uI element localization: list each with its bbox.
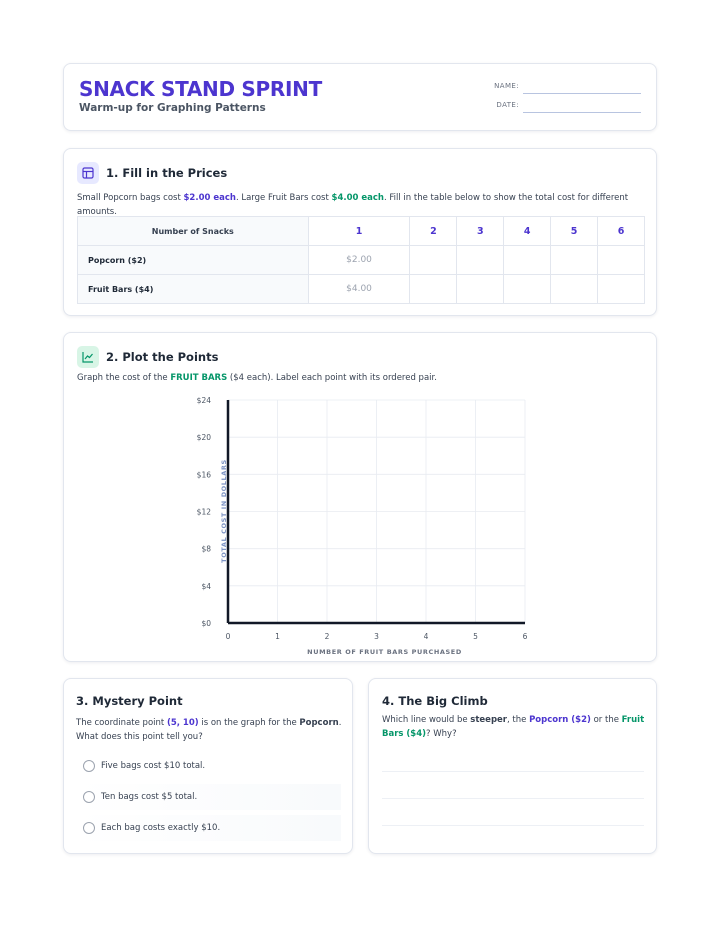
y-tick-label: $16: [197, 470, 212, 479]
column-header: 5: [550, 216, 599, 246]
section-question: Which line would be steeper, the Popcorn…: [382, 715, 645, 739]
date-label: DATE:: [496, 101, 519, 109]
column-header: 1: [307, 216, 411, 246]
answer-option[interactable]: Each bag costs exactly $10.: [76, 815, 341, 841]
answer-line[interactable]: [382, 825, 644, 826]
row-label: Fruit Bars ($4): [77, 274, 309, 304]
section-fill-prices: 1. Fill in the Prices Small Popcorn bags…: [63, 148, 657, 316]
y-axis-label: TOTAL COST IN DOLLARS: [220, 459, 228, 563]
y-tick-label: $0: [201, 619, 211, 628]
table-cell[interactable]: $2.00: [307, 245, 411, 275]
x-axis-label: NUMBER OF FRUIT BARS PURCHASED: [307, 648, 462, 656]
x-tick-label: 2: [325, 632, 330, 641]
column-header: 2: [409, 216, 458, 246]
x-tick-label: 3: [374, 632, 379, 641]
x-tick-label: 0: [226, 632, 231, 641]
section-question: The coordinate point (5, 10) is on the g…: [76, 718, 342, 742]
radio-button[interactable]: [83, 791, 95, 803]
section-plot-points: 2. Plot the Points Graph the cost of the…: [63, 332, 657, 662]
row-label: Popcorn ($2): [77, 245, 309, 275]
y-tick-label: $12: [197, 508, 212, 517]
answer-line[interactable]: [382, 771, 644, 772]
table-cell[interactable]: [503, 245, 552, 275]
section-instructions: Small Popcorn bags cost $2.00 each. Larg…: [77, 193, 629, 217]
table-cell[interactable]: [597, 245, 645, 275]
x-tick-label: 4: [424, 632, 429, 641]
column-header: 4: [503, 216, 552, 246]
table-header-label: Number of Snacks: [77, 216, 309, 246]
column-header: 3: [456, 216, 505, 246]
option-label: Ten bags cost $5 total.: [101, 792, 198, 802]
table-cell[interactable]: [503, 274, 552, 304]
x-tick-label: 6: [523, 632, 528, 641]
table-cell[interactable]: $4.00: [307, 274, 411, 304]
option-label: Each bag costs exactly $10.: [101, 823, 221, 833]
answer-option[interactable]: Ten bags cost $5 total.: [76, 784, 341, 810]
section-title: 3. Mystery Point: [76, 694, 183, 708]
worksheet-subtitle: Warm-up for Graphing Patterns: [79, 102, 266, 114]
date-field[interactable]: [523, 112, 641, 113]
table-cell[interactable]: [456, 245, 505, 275]
table-row: Popcorn ($2) $2.00: [77, 245, 645, 275]
graph-grid[interactable]: 0 1 2 3 4 5 6 $0 $4 $8 $12 $16 $20 $24 NUMBER OF FRUIT…: [64, 333, 658, 663]
table-cell[interactable]: [409, 274, 458, 304]
worksheet-title: SNACK STAND SPRINT: [79, 77, 322, 101]
table-cell[interactable]: [550, 274, 599, 304]
table-row: Fruit Bars ($4) $4.00: [77, 274, 645, 304]
radio-button[interactable]: [83, 760, 95, 772]
name-label: NAME:: [494, 82, 519, 90]
table-cell[interactable]: [456, 274, 505, 304]
option-label: Five bags cost $10 total.: [101, 761, 206, 771]
answer-option[interactable]: Five bags cost $10 total.: [76, 753, 341, 779]
table-cell[interactable]: [597, 274, 645, 304]
section-title: 1. Fill in the Prices: [106, 166, 228, 180]
radio-button[interactable]: [83, 822, 95, 834]
name-field[interactable]: [523, 93, 641, 94]
section-title: 4. The Big Climb: [382, 694, 488, 708]
x-tick-label: 5: [473, 632, 478, 641]
table-cell[interactable]: [550, 245, 599, 275]
table-cell[interactable]: [409, 245, 458, 275]
x-tick-label: 1: [275, 632, 280, 641]
column-header: 6: [597, 216, 645, 246]
y-tick-label: $24: [197, 396, 212, 405]
y-tick-label: $8: [201, 545, 211, 554]
section-big-climb: 4. The Big Climb Which line would be ste…: [368, 678, 657, 854]
answer-line[interactable]: [382, 798, 644, 799]
worksheet-header: SNACK STAND SPRINT Warm-up for Graphing …: [63, 63, 657, 131]
y-tick-label: $4: [201, 582, 211, 591]
table-icon: [77, 162, 99, 184]
section-mystery-point: 3. Mystery Point The coordinate point (5…: [63, 678, 353, 854]
price-table: Number of Snacks 1 2 3 4 5 6 Popcorn ($2…: [77, 216, 645, 304]
y-tick-label: $20: [197, 433, 212, 442]
